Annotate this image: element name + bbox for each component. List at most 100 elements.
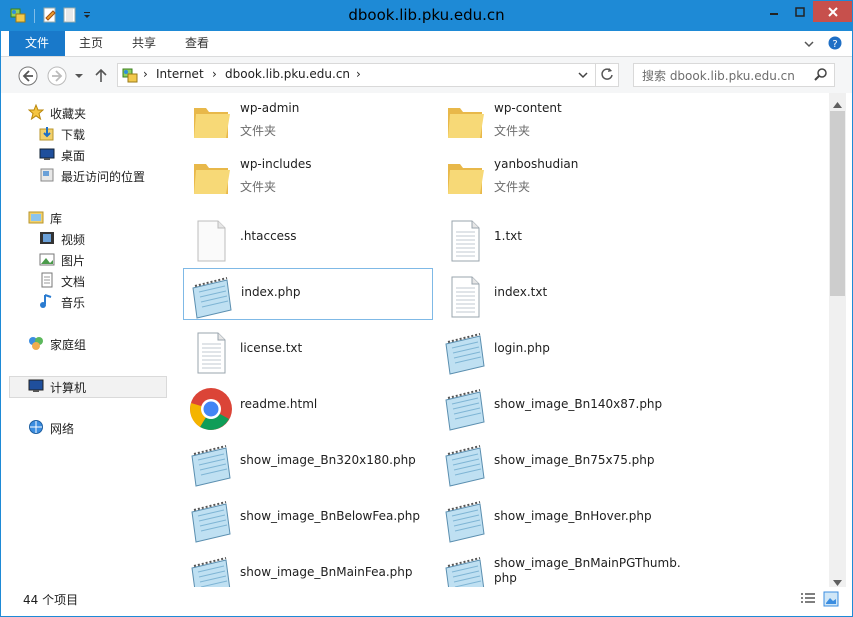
file-name: 1.txt — [494, 229, 522, 243]
nav-network[interactable]: 网络 — [28, 418, 74, 438]
nav-pictures-label: 图片 — [61, 253, 86, 268]
maximize-button[interactable] — [787, 1, 813, 22]
nav-videos[interactable]: 视频 — [39, 229, 85, 249]
nav-recent-places[interactable]: 最近访问的位置 — [39, 166, 145, 186]
nav-favorites-label: 收藏夹 — [50, 106, 87, 121]
address-segment-host[interactable]: dbook.lib.pku.edu.cn — [225, 67, 350, 81]
nav-libraries[interactable]: 库 — [28, 208, 62, 228]
tab-view[interactable]: 查看 — [185, 31, 209, 56]
nav-computer[interactable]: 计算机 — [28, 377, 86, 397]
address-separator-icon[interactable]: › — [356, 67, 361, 81]
nav-pictures[interactable]: 图片 — [39, 250, 85, 270]
file-item[interactable]: show_image_BnMainPGThumb.php — [437, 549, 685, 587]
tab-home[interactable]: 主页 — [79, 31, 103, 56]
network-nav-icon — [28, 419, 44, 438]
navigation-pane: 收藏夹 下载 桌面 最近访问的位置 库 视频 图片 文档 音乐 家庭组 计算机 … — [1, 93, 173, 587]
file-grid: wp-admin 文件夹 wp-content 文件夹 wp-includes … — [173, 93, 829, 587]
file-item[interactable]: yanboshudian 文件夹 — [437, 149, 685, 199]
notepad-icon — [442, 386, 488, 432]
folder-icon — [442, 98, 488, 144]
nav-desktop-label: 桌面 — [61, 148, 86, 163]
star-icon — [27, 103, 45, 123]
nav-desktop[interactable]: 桌面 — [39, 145, 85, 165]
nav-homegroup[interactable]: 家庭组 — [28, 334, 86, 354]
nav-computer-label: 计算机 — [50, 380, 87, 395]
up-button[interactable] — [93, 66, 109, 86]
address-separator-icon[interactable]: › — [212, 67, 217, 81]
file-item[interactable]: wp-includes 文件夹 — [183, 149, 431, 199]
nav-network-label: 网络 — [50, 421, 75, 436]
file-name: show_image_BnMainPGThumb.php — [494, 556, 681, 585]
file-item[interactable]: show_image_BnMainFea.php — [183, 549, 431, 587]
nav-recent-places-label: 最近访问的位置 — [61, 169, 146, 184]
file-type: 文件夹 — [240, 124, 277, 138]
notepad-icon — [188, 498, 234, 544]
address-bar[interactable]: › Internet › dbook.lib.pku.edu.cn › — [117, 63, 619, 87]
nav-downloads[interactable]: 下载 — [39, 124, 85, 144]
help-icon[interactable]: ? — [828, 36, 842, 53]
expand-ribbon-icon[interactable] — [804, 38, 814, 52]
tab-share[interactable]: 共享 — [132, 31, 156, 56]
file-item-selected[interactable]: index.php — [183, 268, 433, 320]
documents-icon — [39, 272, 55, 291]
minimize-button[interactable] — [761, 1, 787, 22]
file-name: index.txt — [494, 285, 548, 299]
file-name: yanboshudian — [494, 157, 579, 171]
large-icons-view-icon[interactable] — [823, 591, 839, 610]
nav-favorites[interactable]: 收藏夹 — [27, 103, 87, 123]
file-item[interactable]: show_image_BnBelowFea.php — [183, 493, 431, 543]
back-button[interactable] — [18, 66, 38, 86]
nav-libraries-label: 库 — [50, 211, 63, 226]
file-item[interactable]: wp-admin 文件夹 — [183, 93, 431, 143]
notepad-icon — [442, 498, 488, 544]
file-item[interactable]: show_image_BnHover.php — [437, 493, 685, 543]
file-item[interactable]: show_image_Bn75x75.php — [437, 437, 685, 487]
address-dropdown-icon[interactable] — [578, 69, 588, 83]
folder-icon — [442, 154, 488, 200]
nav-videos-label: 视频 — [61, 232, 86, 247]
svg-text:?: ? — [832, 39, 837, 50]
notepad-icon — [442, 442, 488, 488]
file-item[interactable]: login.php — [437, 325, 685, 375]
file-item[interactable]: 1.txt — [437, 213, 685, 263]
file-name: .htaccess — [240, 229, 297, 243]
file-type: 文件夹 — [494, 124, 531, 138]
scrollbar-thumb[interactable] — [830, 111, 845, 296]
file-name: show_image_BnHover.php — [494, 509, 652, 523]
address-separator-icon[interactable]: › — [143, 67, 148, 81]
recent-places-icon — [39, 167, 55, 186]
file-item[interactable]: show_image_Bn140x87.php — [437, 381, 685, 431]
folder-icon — [188, 154, 234, 200]
file-item[interactable]: .htaccess — [183, 213, 431, 263]
homegroup-icon — [28, 335, 44, 354]
text-file-icon — [188, 330, 234, 376]
file-name: show_image_BnMainFea.php — [240, 565, 413, 579]
refresh-icon[interactable] — [600, 67, 614, 84]
search-icon[interactable] — [814, 67, 828, 84]
file-item[interactable]: wp-content 文件夹 — [437, 93, 685, 143]
folder-icon — [188, 98, 234, 144]
address-segment-internet[interactable]: Internet — [156, 67, 204, 81]
search-placeholder[interactable]: 搜索 dbook.lib.pku.edu.cn — [642, 67, 795, 84]
nav-downloads-label: 下载 — [61, 127, 86, 142]
item-count: 44 个项目 — [23, 593, 79, 607]
scroll-up-icon[interactable] — [833, 97, 842, 111]
vertical-scrollbar[interactable] — [829, 93, 846, 587]
notepad-icon — [188, 554, 234, 587]
file-item[interactable]: index.txt — [437, 269, 685, 319]
nav-music-label: 音乐 — [61, 295, 86, 310]
search-box[interactable]: 搜索 dbook.lib.pku.edu.cn — [633, 63, 835, 87]
file-name: wp-content — [494, 101, 562, 115]
file-item[interactable]: show_image_Bn320x180.php — [183, 437, 431, 487]
file-item[interactable]: readme.html — [183, 381, 431, 431]
details-view-icon[interactable] — [800, 592, 816, 609]
nav-documents[interactable]: 文档 — [39, 271, 85, 291]
tab-file[interactable]: 文件 — [9, 31, 65, 56]
nav-music[interactable]: 音乐 — [39, 292, 85, 312]
close-button[interactable] — [813, 1, 852, 22]
window-title: dbook.lib.pku.edu.cn — [348, 6, 505, 24]
recent-locations-icon[interactable] — [72, 66, 86, 86]
title-bar: dbook.lib.pku.edu.cn — [1, 1, 852, 31]
file-item[interactable]: license.txt — [183, 325, 431, 375]
forward-button[interactable] — [47, 66, 67, 86]
